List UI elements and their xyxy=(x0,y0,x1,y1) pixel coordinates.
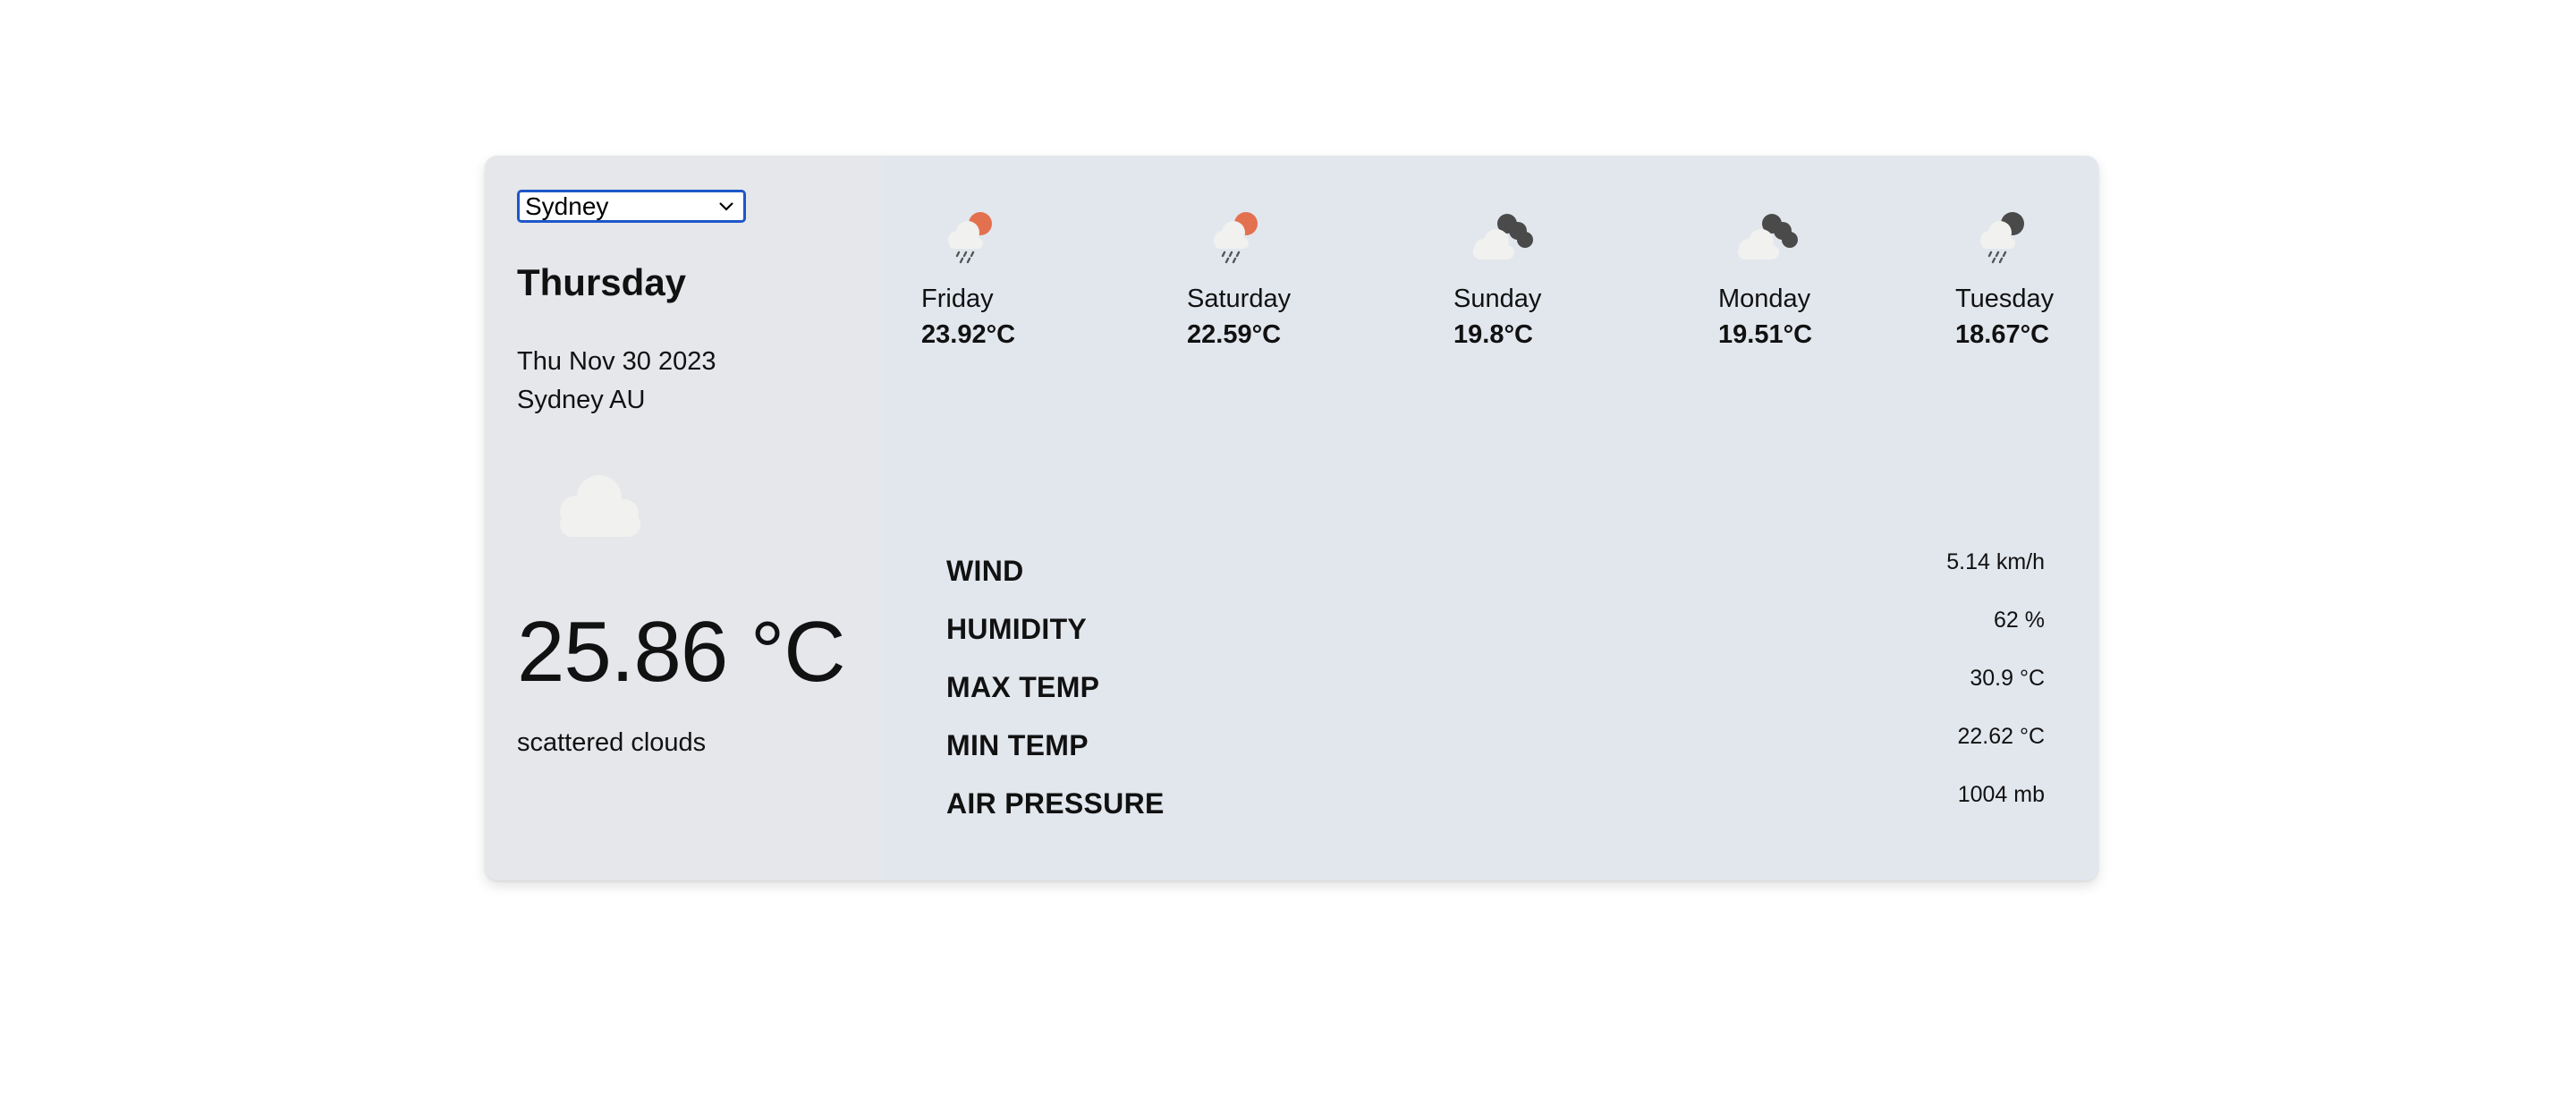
detail-value: 62 % xyxy=(1994,608,2045,633)
forecast-day-temp: 22.59°C xyxy=(1187,320,1282,349)
detail-row-wind: WIND 5.14 km/h xyxy=(946,546,2045,604)
forecast-day-temp: 19.51°C xyxy=(1718,320,1813,349)
detail-label: AIR PRESSURE xyxy=(946,787,1165,820)
forecast-panel: Friday 23.92°C Saturday 22.59°C Sunday 1… xyxy=(882,156,2098,880)
detail-label: MIN TEMP xyxy=(946,729,1089,761)
forecast-day-name: Sunday xyxy=(1453,285,1542,313)
detail-value: 30.9 °C xyxy=(1970,666,2045,691)
forecast-day-temp: 23.92°C xyxy=(921,320,1016,349)
detail-value: 22.62 °C xyxy=(1957,724,2045,749)
forecast-list: Friday 23.92°C Saturday 22.59°C Sunday 1… xyxy=(882,206,2098,376)
current-day: Thursday xyxy=(517,261,687,303)
chevron-down-icon xyxy=(719,202,733,211)
light-rain-sun-icon xyxy=(948,212,992,264)
forecast-day-name: Saturday xyxy=(1187,285,1292,313)
detail-value: 1004 mb xyxy=(1957,782,2045,807)
forecast-day-name: Tuesday xyxy=(1955,285,2055,313)
detail-row-humidity: HUMIDITY 62 % xyxy=(946,604,2045,662)
city-select-value: Sydney xyxy=(525,191,609,220)
detail-label: WIND xyxy=(946,555,1024,587)
detail-row-max-temp: MAX TEMP 30.9 °C xyxy=(946,662,2045,720)
light-rain-sun-icon xyxy=(1214,212,1258,264)
current-location: Sydney AU xyxy=(517,386,646,414)
forecast-day-temp: 18.67°C xyxy=(1955,320,2050,349)
forecast-day-name: Friday xyxy=(921,285,994,313)
detail-row-air-pressure: AIR PRESSURE 1004 mb xyxy=(946,778,2045,837)
forecast-day-name: Monday xyxy=(1718,285,1811,313)
detail-label: MAX TEMP xyxy=(946,671,1100,703)
weather-card: Sydney Thursday Thu Nov 30 2023 Sydney A… xyxy=(485,156,2098,880)
forecast-day-temp: 19.8°C xyxy=(1453,320,1533,349)
current-date: Thu Nov 30 2023 xyxy=(517,347,716,376)
current-temperature: 25.86 °C xyxy=(517,604,846,700)
detail-label: HUMIDITY xyxy=(946,613,1088,645)
detail-value: 5.14 km/h xyxy=(1946,549,2045,574)
current-weather-panel: Sydney Thursday Thu Nov 30 2023 Sydney A… xyxy=(485,156,882,880)
city-select[interactable]: Sydney xyxy=(517,190,746,223)
cloud-icon xyxy=(560,475,640,537)
broken-clouds-icon xyxy=(1738,214,1798,259)
weather-description: scattered clouds xyxy=(517,728,707,757)
detail-row-min-temp: MIN TEMP 22.62 °C xyxy=(946,720,2045,778)
light-rain-dark-cloud-icon xyxy=(1980,212,2024,264)
weather-details: WIND 5.14 km/h HUMIDITY 62 % MAX TEMP 30… xyxy=(946,546,2045,837)
broken-clouds-icon xyxy=(1473,214,1533,259)
